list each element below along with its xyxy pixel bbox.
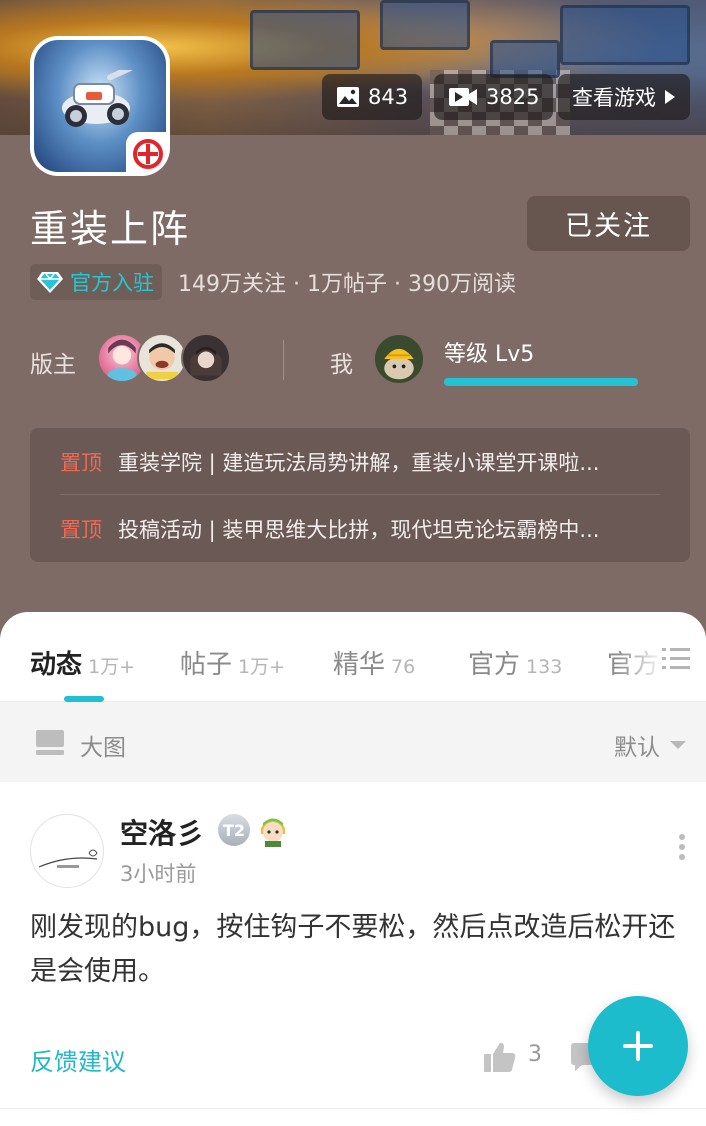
tab-count: 1万+ <box>88 656 136 678</box>
new-post-button[interactable] <box>588 996 688 1096</box>
thumbs-up-icon[interactable] <box>483 1040 517 1074</box>
moderator-avatar[interactable] <box>181 333 231 383</box>
more-options-icon[interactable] <box>676 834 688 866</box>
pinned-post[interactable]: 置顶 投稿活动 | 装甲思维大比拼，现代坦克论坛霸榜中... <box>60 505 660 553</box>
game-title: 重装上阵 <box>30 207 191 251</box>
tab-count: 1万+ <box>238 656 286 678</box>
like-count: 3 <box>528 1042 542 1067</box>
moderators-label: 版主 <box>30 352 76 378</box>
header-divider <box>283 340 284 380</box>
post-divider <box>0 1108 706 1109</box>
official-badge: 官方入驻 <box>30 264 162 300</box>
post-content[interactable]: 刚发现的bug，按住钩子不要松，然后点改造后松开还是会使用。 <box>30 906 690 994</box>
view-options-bar: 大图 默认 <box>0 702 706 782</box>
play-triangle-icon <box>665 90 675 104</box>
my-level: 等级 Lv5 <box>444 342 535 367</box>
follow-button[interactable]: 已关注 <box>527 196 690 251</box>
official-badge-label: 官方入驻 <box>70 271 154 295</box>
tab-feed[interactable]: 动态 1万+ <box>30 644 135 681</box>
caret-down-icon <box>670 741 686 749</box>
plus-icon <box>623 1031 653 1061</box>
tab-label: 官方 <box>468 650 521 680</box>
tab-count: 133 <box>526 656 563 678</box>
tab-featured[interactable]: 精华 76 <box>333 644 415 681</box>
post-time: 3小时前 <box>120 862 197 886</box>
video-count: 3825 <box>486 85 540 109</box>
view-game-label: 查看游戏 <box>572 86 656 110</box>
character-badge-icon <box>261 818 285 847</box>
pinned-divider <box>60 494 660 495</box>
forum-header: 843 3825 查看游戏 重装上阵 已关注 官方入驻 149万关注 · 1万帖… <box>0 0 706 650</box>
tab-count: 76 <box>391 656 416 678</box>
video-count-pill[interactable]: 3825 <box>434 74 554 120</box>
tab-label: 帖子 <box>180 650 233 680</box>
author-avatar[interactable] <box>30 814 104 888</box>
forum-stats: 149万关注 · 1万帖子 · 390万阅读 <box>178 272 516 297</box>
view-game-button[interactable]: 查看游戏 <box>558 74 690 120</box>
tab-bar: 动态 1万+ 帖子 1万+ 精华 76 官方 133 官方 <box>0 612 706 702</box>
pinned-tag: 置顶 <box>60 518 102 542</box>
pinned-posts: 置顶 重装学院 | 建造玩法局势讲解，重装小课堂开课啦... 置顶 投稿活动 |… <box>30 428 690 562</box>
tab-menu-icon[interactable] <box>662 646 690 672</box>
me-label: 我 <box>330 352 353 378</box>
tab-posts[interactable]: 帖子 1万+ <box>180 644 285 681</box>
pinned-post-title: 投稿活动 | 装甲思维大比拼，现代坦克论坛霸榜中... <box>118 518 600 542</box>
pinned-post-title: 重装学院 | 建造玩法局势讲解，重装小课堂开课啦... <box>118 451 600 475</box>
pinned-tag: 置顶 <box>60 451 102 475</box>
tab-official[interactable]: 官方 133 <box>468 644 562 681</box>
moderator-avatar[interactable] <box>137 333 187 383</box>
tab-label: 动态 <box>30 650 83 680</box>
video-icon <box>449 88 477 106</box>
sort-dropdown[interactable]: 默认 <box>614 728 686 762</box>
tab-label: 精华 <box>333 650 386 680</box>
sort-label: 默认 <box>614 735 660 761</box>
image-icon <box>337 87 359 107</box>
user-level-badge: T2 <box>218 814 250 846</box>
author-name[interactable]: 空洛彡 <box>120 812 204 852</box>
image-count: 843 <box>368 85 409 109</box>
diamond-icon <box>37 272 63 293</box>
pinned-post[interactable]: 置顶 重装学院 | 建造玩法局势讲解，重装小课堂开课啦... <box>60 438 660 486</box>
game-app-icon[interactable] <box>30 36 170 176</box>
image-count-pill[interactable]: 843 <box>322 74 423 120</box>
my-avatar[interactable] <box>373 333 425 385</box>
view-mode-label[interactable]: 大图 <box>80 728 126 762</box>
post-category-tag[interactable]: 反馈建议 <box>30 1042 126 1077</box>
level-progress-bar <box>444 378 638 386</box>
large-image-view-icon[interactable] <box>36 730 64 756</box>
